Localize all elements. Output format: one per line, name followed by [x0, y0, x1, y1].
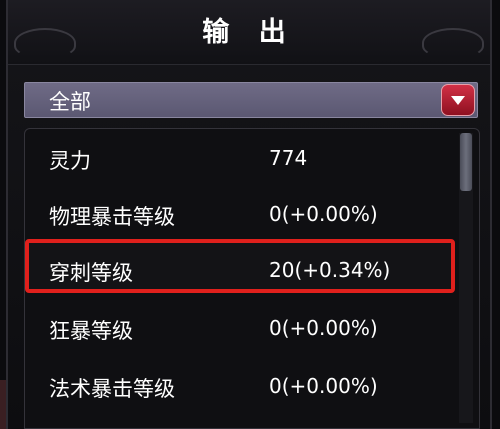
category-dropdown[interactable]: 全部	[24, 82, 478, 118]
stat-row-frenzy: 狂暴等级 0(+0.00%)	[25, 303, 455, 353]
stat-label: 物理暴击等级	[49, 205, 175, 229]
stat-value: 0(+0.00%)	[269, 202, 378, 226]
dropdown-arrow-icon	[451, 96, 465, 105]
stat-row-penetration: 穿刺等级 20(+0.34%)	[25, 245, 455, 295]
stat-label: 狂暴等级	[49, 319, 133, 343]
stat-label: 灵力	[49, 149, 91, 173]
scrollbar[interactable]	[459, 133, 473, 423]
panel-header: 输 出	[8, 0, 490, 65]
scrollbar-thumb[interactable]	[460, 133, 472, 191]
stat-value: 0(+0.00%)	[269, 374, 378, 398]
header-ornament-right	[422, 28, 484, 58]
stat-label: 法术暴击等级	[49, 377, 175, 401]
dropdown-selected-value: 全部	[49, 90, 91, 114]
stat-label: 穿刺等级	[49, 261, 133, 285]
stat-row-physical-crit: 物理暴击等级 0(+0.00%)	[25, 189, 455, 239]
dropdown-toggle-button[interactable]	[441, 84, 475, 116]
stat-value: 774	[269, 146, 308, 170]
stat-row-spell-crit: 法术暴击等级 0(+0.00%)	[25, 361, 455, 411]
panel-title: 输 出	[202, 17, 296, 48]
stat-value: 20(+0.34%)	[269, 258, 391, 282]
stat-value: 0(+0.00%)	[269, 316, 378, 340]
stat-row-lingli: 灵力 774	[25, 133, 455, 183]
stats-list: 灵力 774 物理暴击等级 0(+0.00%) 穿刺等级 20(+0.34%) …	[24, 128, 480, 429]
